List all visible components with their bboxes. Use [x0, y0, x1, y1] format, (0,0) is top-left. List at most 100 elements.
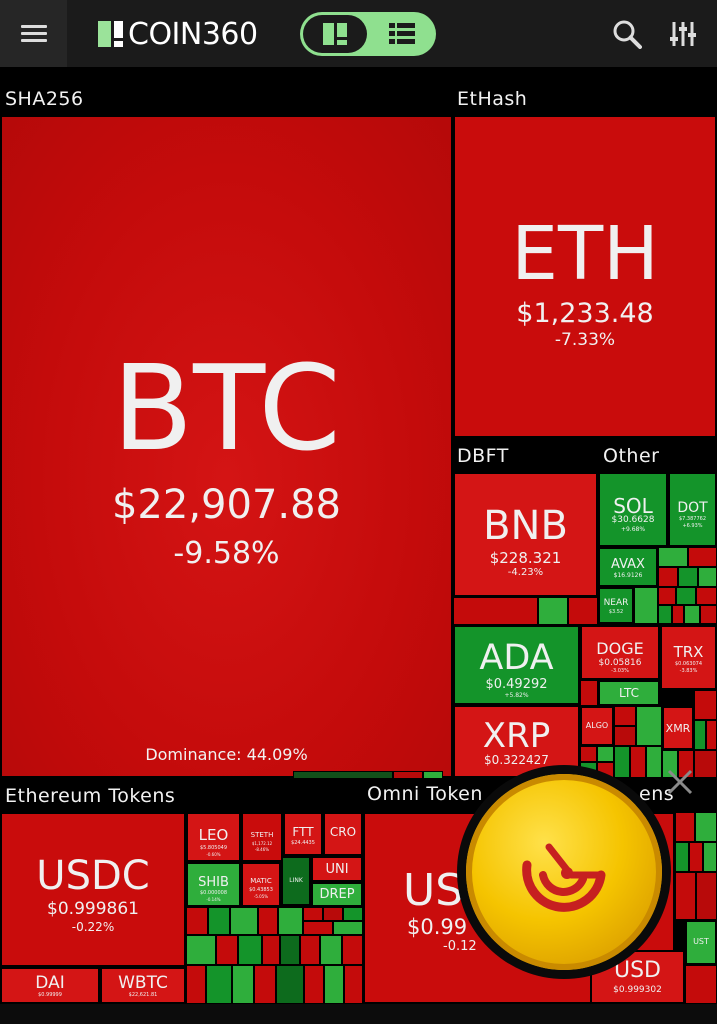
treemap-tile-btc[interactable]: BTC $22,907.88 -9.58% Dominance: 44.09%	[0, 115, 453, 778]
tile-symbol: USDC	[36, 853, 150, 899]
tile-symbol: LINK	[289, 877, 303, 884]
tile-change: +6.93%	[682, 523, 703, 529]
treemap-tile-uni[interactable]: UNI	[311, 856, 363, 882]
tile-symbol: TRX	[673, 643, 704, 661]
tile-price: $0.99	[407, 915, 468, 939]
list-view-icon	[388, 23, 415, 44]
treemap-tile-bnb[interactable]: BNB $228.321 -4.23%	[453, 472, 598, 597]
treemap-view-button[interactable]	[303, 15, 367, 53]
other-small-tiles-c	[580, 680, 598, 706]
treemap-tile-shib[interactable]: SHIB $0.000008 -0.14%	[186, 862, 241, 907]
section-label-ethash: EtHash	[457, 88, 528, 110]
treemap-tile-eth[interactable]: ETH $1,233.48 -7.33%	[453, 115, 717, 438]
omni-small-tiles-b	[685, 965, 717, 1004]
tile-change: -5.05%	[253, 894, 269, 899]
section-label-ethereum-tokens: Ethereum Tokens	[5, 785, 176, 807]
other-small-tiles-d	[614, 706, 662, 778]
search-button[interactable]	[610, 17, 644, 51]
treemap-tile-doge[interactable]: DOGE $0.05816 -3.03%	[580, 625, 660, 680]
tile-symbol: DOGE	[596, 639, 644, 658]
tile-price: $22,621.81	[128, 992, 158, 998]
logo-text: COIN360	[128, 16, 258, 52]
tile-change: -8.46%	[254, 847, 270, 852]
list-view-button[interactable]	[370, 15, 433, 53]
eth-token-small-tiles	[186, 907, 363, 1004]
close-icon	[667, 769, 693, 795]
tile-symbol: STETH	[250, 831, 274, 839]
tile-change: -0.60%	[206, 852, 221, 857]
tile-symbol: DAI	[35, 973, 65, 993]
treemap-tile-cro[interactable]: CRO	[323, 812, 363, 856]
tile-price: $0.99999	[38, 992, 62, 998]
floating-coin-button[interactable]	[457, 765, 671, 979]
tile-symbol: ALGO	[585, 721, 609, 730]
treemap-tile-usdc[interactable]: USDC $0.999861 -0.22%	[0, 812, 186, 967]
treemap-tile-ltc[interactable]: LTC	[598, 680, 660, 706]
treemap-tile-ust[interactable]: UST	[685, 920, 717, 965]
tile-price: $0.999861	[47, 899, 139, 919]
treemap-tile-avax[interactable]: AVAX $16.9126	[598, 547, 658, 587]
treemap-tile-steth[interactable]: STETH $1,172.12 -8.46%	[241, 812, 283, 862]
tile-symbol: FTT	[292, 825, 314, 839]
treemap-tile-ada[interactable]: ADA $0.49292 +5.82%	[453, 625, 580, 705]
treemap-tile-trx[interactable]: TRX $0.063074 -3.83%	[660, 625, 717, 690]
treemap-tile-ftt[interactable]: FTT $24.4435	[283, 812, 323, 856]
sliders-icon	[670, 22, 696, 46]
treemap-tile-xmr[interactable]: XMR	[662, 706, 694, 750]
other-small-tiles-a	[658, 547, 717, 587]
section-label-sha256: SHA256	[5, 88, 84, 110]
tile-price: $22,907.88	[111, 482, 342, 528]
tile-price: $1,233.48	[516, 298, 654, 329]
tile-change: -7.33%	[554, 330, 616, 350]
treemap-tile-sol[interactable]: SOL $30.6628 +9.68%	[598, 472, 668, 547]
coin-logo-icon	[522, 843, 606, 912]
top-bar: COIN360	[0, 0, 717, 67]
other-small-tiles-b	[634, 587, 717, 624]
section-label-omni-tokens: Omni Token	[367, 783, 483, 805]
treemap-tile-leo[interactable]: LEO $5.805049 -0.60%	[186, 812, 241, 862]
treemap-tile-matic[interactable]: MATIC $0.43853 -5.05%	[241, 862, 281, 907]
app-logo[interactable]: COIN360	[98, 14, 258, 54]
close-overlay-button[interactable]	[660, 762, 700, 802]
tile-symbol: SOL	[613, 494, 653, 518]
tile-change: -9.58%	[173, 536, 280, 571]
treemap-tile-dot[interactable]: DOT $7.387762 +6.93%	[668, 472, 717, 547]
tile-symbol: MATIC	[250, 877, 272, 885]
hamburger-menu-icon	[20, 21, 47, 46]
view-toggle[interactable]	[300, 12, 436, 56]
tile-change: -4.23%	[507, 567, 544, 578]
section-label-other: Other	[603, 445, 660, 467]
section-label-dbft: DBFT	[457, 445, 509, 467]
tile-price: $3.52	[608, 609, 624, 615]
tile-symbol: WBTC	[118, 973, 168, 993]
treemap-tile-wbtc[interactable]: WBTC $22,621.81	[100, 967, 186, 1004]
tile-price: $0.49292	[485, 677, 548, 692]
tile-change: -0.22%	[71, 920, 115, 934]
tile-symbol: SHIB	[198, 875, 229, 890]
tile-price: $30.6628	[611, 515, 655, 525]
tile-price: $1,172.12	[251, 841, 273, 846]
treemap-tile-dai[interactable]: DAI $0.99999	[0, 967, 100, 1004]
coin-face	[466, 774, 662, 970]
treemap-tile-link[interactable]: LINK	[281, 856, 311, 906]
filter-button[interactable]	[666, 17, 700, 51]
tile-price: $0.063074	[674, 661, 703, 667]
treemap-tile-near[interactable]: NEAR $3.52	[598, 587, 634, 624]
tile-symbol: DOT	[677, 500, 708, 516]
treemap-tile-algo[interactable]: ALGO	[580, 706, 614, 746]
bottom-strip	[0, 1004, 717, 1024]
tile-symbol: XRP	[482, 716, 551, 756]
dbft-small-tiles	[453, 597, 598, 625]
menu-button[interactable]	[0, 0, 67, 67]
logo-mark-icon	[98, 21, 124, 47]
tile-change: -0.14%	[206, 897, 221, 902]
tile-symbol: UST	[693, 937, 709, 946]
dominance-label: Dominance: 44.09%	[145, 745, 308, 764]
tile-symbol: BNB	[483, 503, 568, 549]
tile-price: $16.9126	[613, 572, 643, 579]
tile-change: +5.82%	[504, 692, 529, 699]
tile-symbol: DREP	[319, 887, 355, 902]
treemap-tile-drep[interactable]: DREP	[311, 882, 363, 907]
tile-symbol: LEO	[198, 826, 229, 844]
tile-price: $24.4435	[291, 840, 315, 846]
